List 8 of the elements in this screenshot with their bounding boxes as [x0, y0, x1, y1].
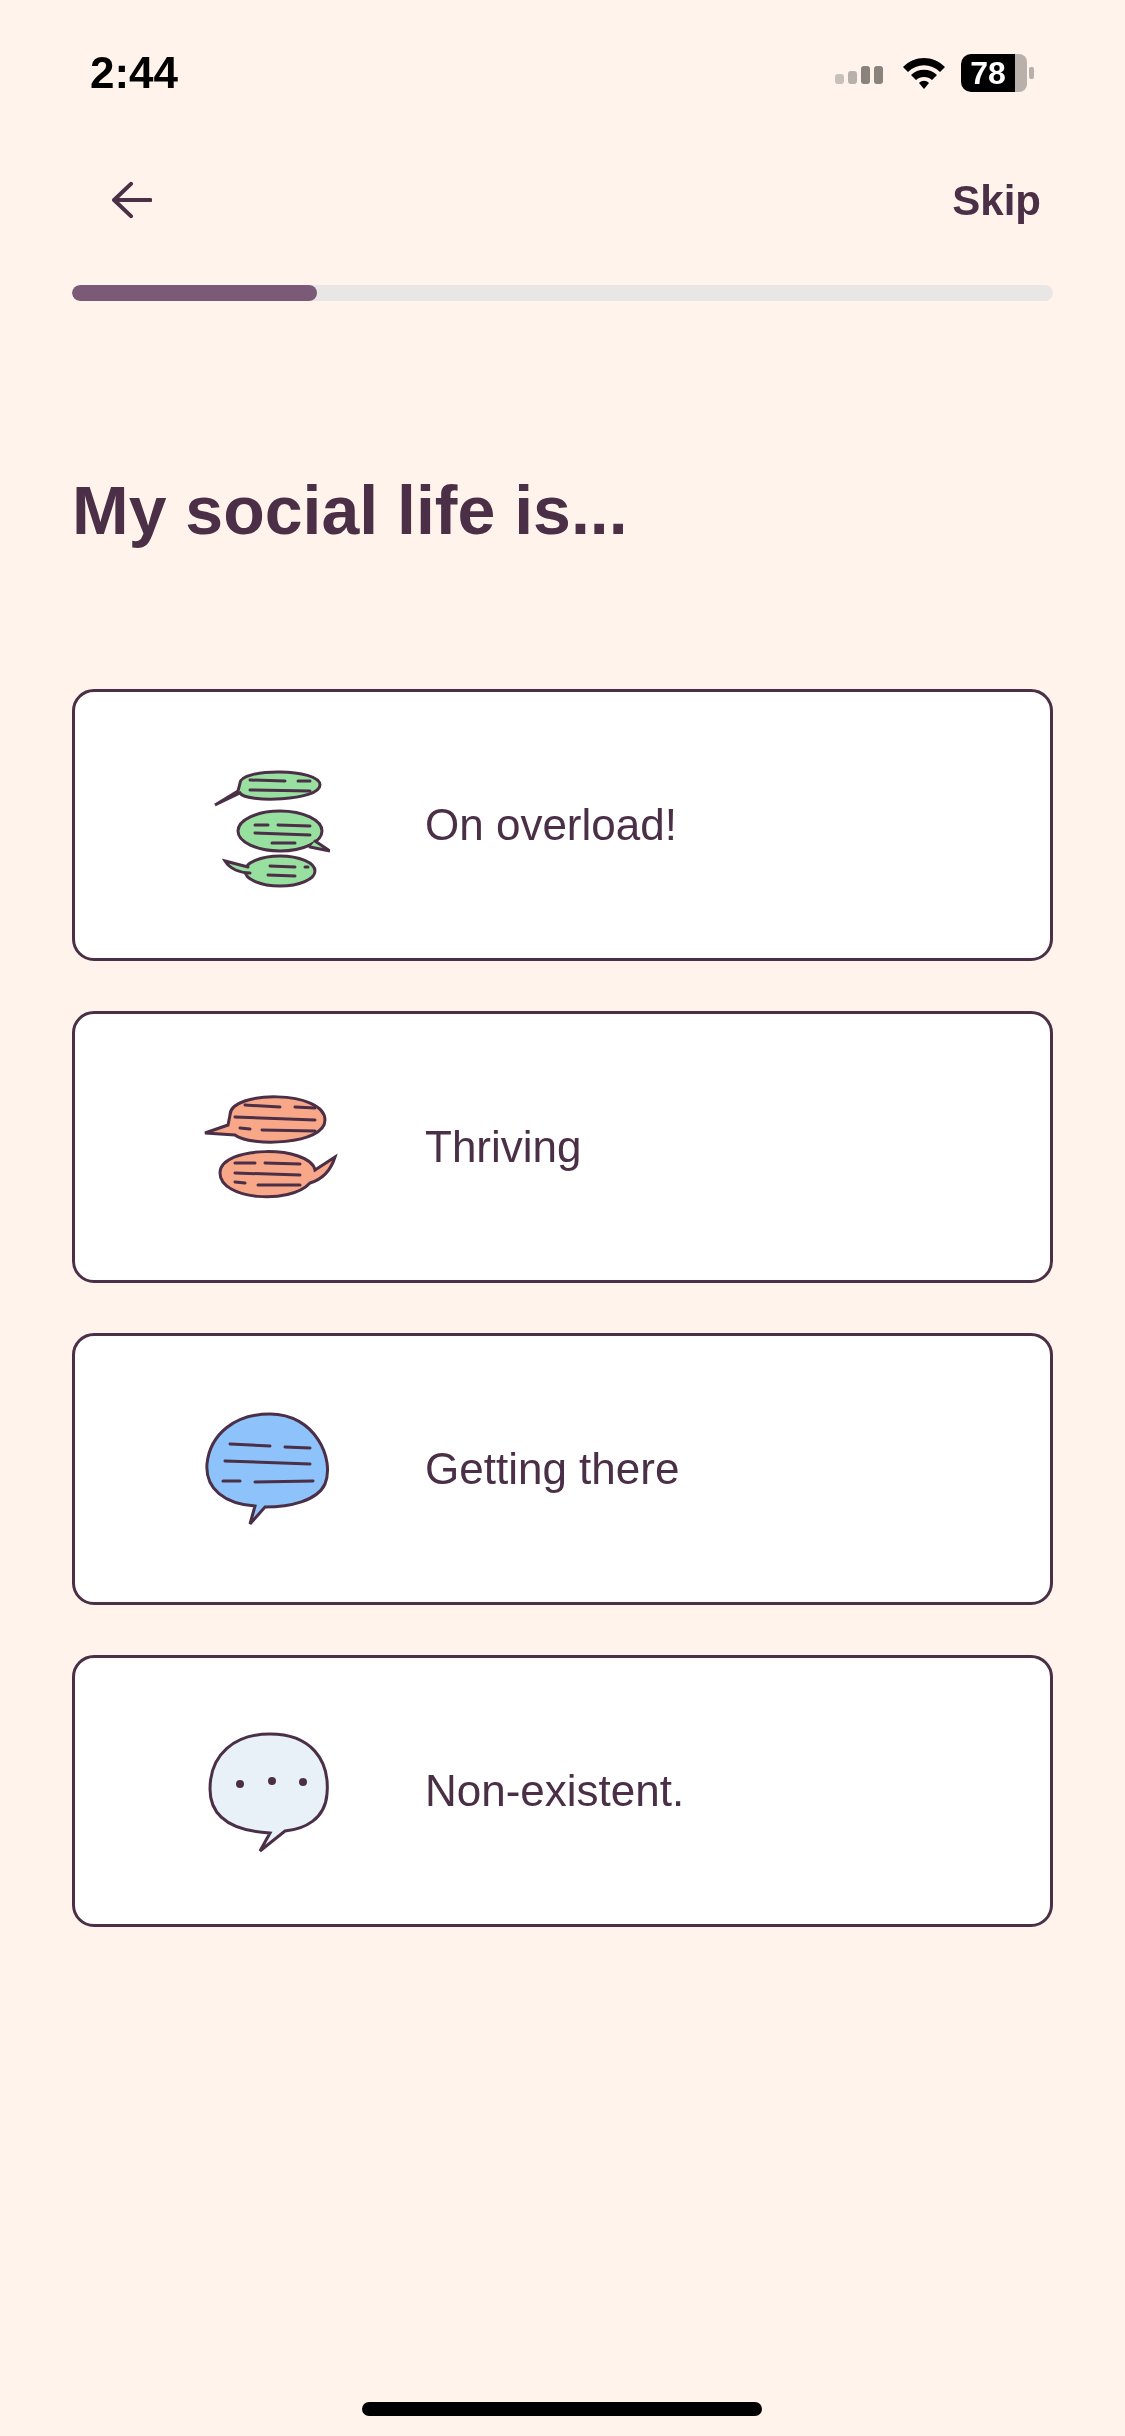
answer-option[interactable]: Thriving [72, 1011, 1053, 1283]
status-time: 2:44 [90, 46, 179, 99]
skip-button[interactable]: Skip [952, 168, 1053, 232]
answer-option[interactable]: Getting there [72, 1333, 1053, 1605]
battery-cap-icon [1015, 53, 1035, 92]
battery-level: 78 [961, 53, 1015, 92]
answer-option[interactable]: Non-existent. [72, 1655, 1053, 1927]
answer-option[interactable]: On overload! [72, 689, 1053, 961]
